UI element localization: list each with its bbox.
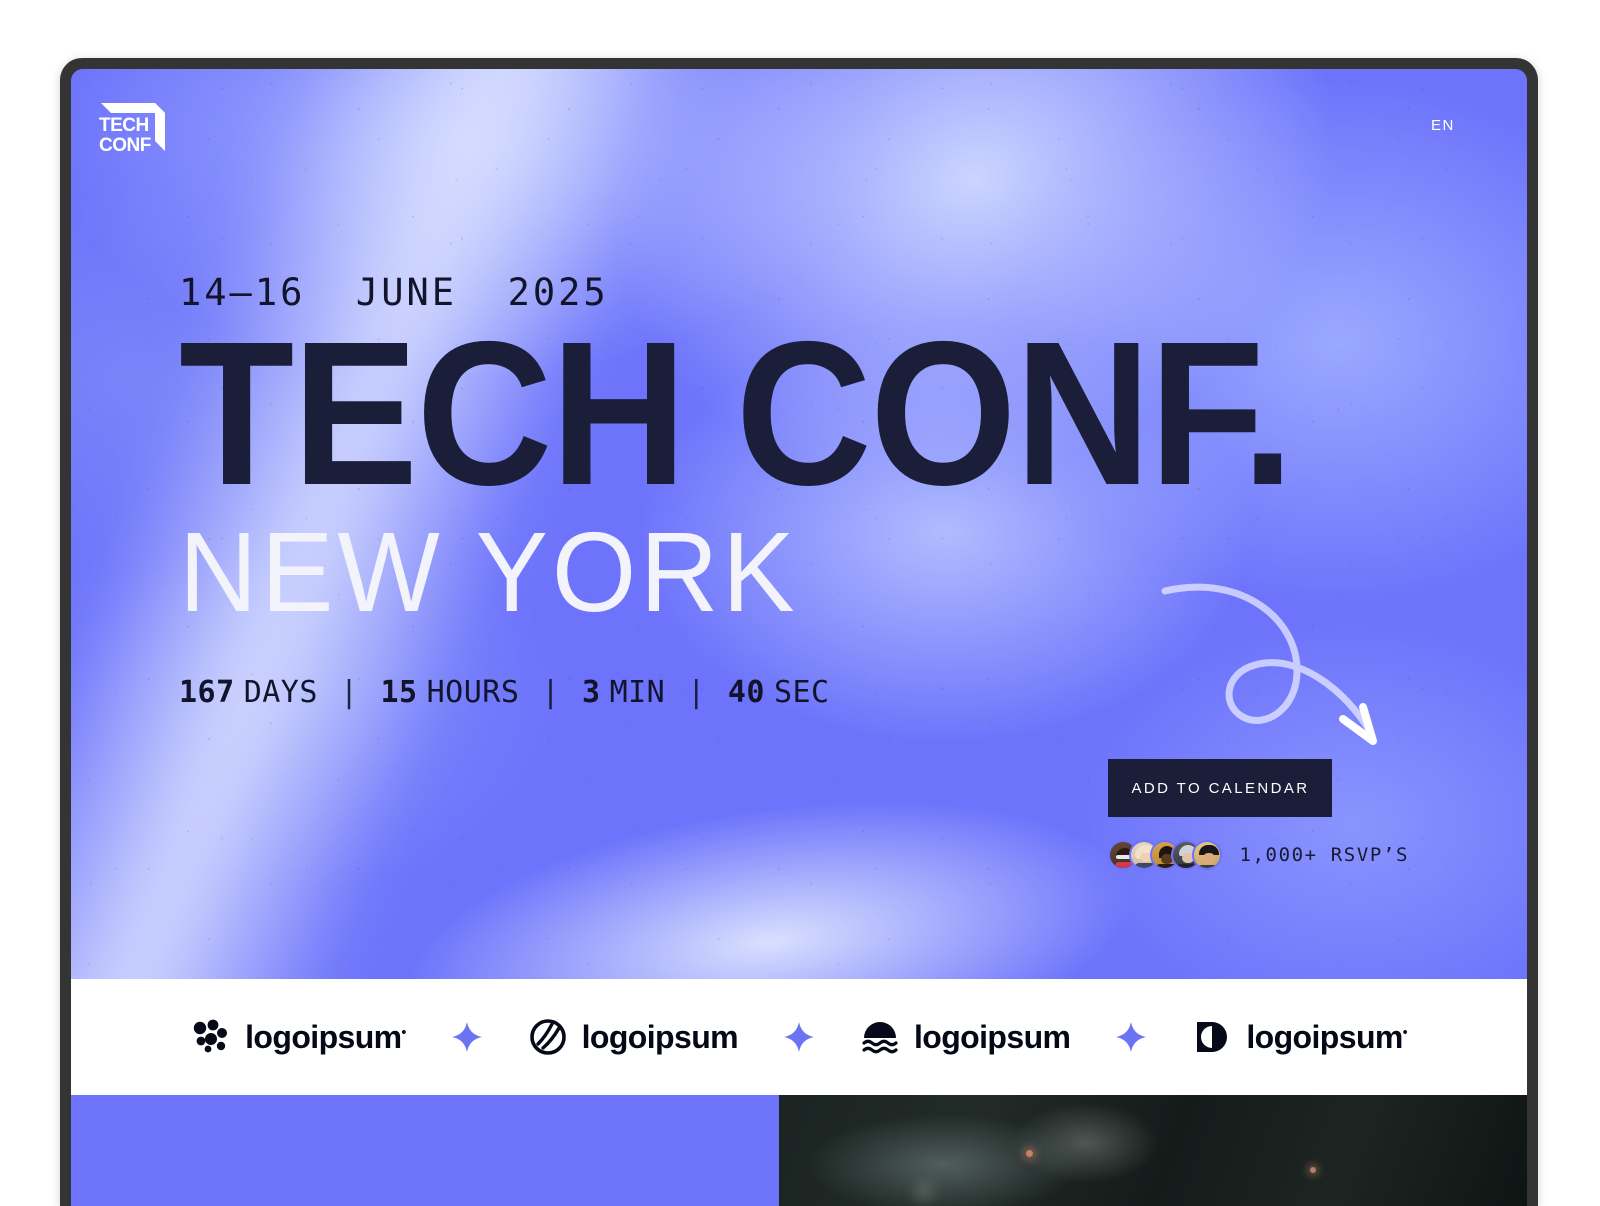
countdown-timer: 167 DAYS | 15 HOURS | 3 MIN | 40 SEC: [179, 675, 1389, 710]
partner-logo-3-name: logoipsum: [914, 1018, 1071, 1055]
swirl-circle-icon: [529, 1019, 566, 1055]
photo-light-spark: [913, 1181, 936, 1204]
below-fold-purple-panel: [71, 1095, 779, 1206]
half-moon-square-icon: [1197, 1022, 1228, 1052]
countdown-unit-days: 167 DAYS: [179, 675, 318, 710]
countdown-separator: |: [541, 675, 560, 711]
countdown-unit-min: 3 MIN: [582, 675, 665, 710]
cta-block: ADD TO CALENDAR 1,000+ RSVP’S: [1108, 583, 1409, 870]
sunset-waves-icon: [862, 1022, 898, 1054]
rsvp-count-label: 1,000+ RSVP’S: [1239, 844, 1409, 866]
avatar[interactable]: [1192, 840, 1223, 870]
countdown-sec-value: 40: [727, 675, 765, 711]
countdown-days-label: DAYS: [243, 675, 318, 711]
partner-logo-4[interactable]: logoipsum•: [1192, 1017, 1407, 1057]
photo-light-spark: [1025, 1150, 1033, 1158]
site-header: TECH CONF EN: [71, 69, 1527, 161]
sparkle-diamond-icon: [784, 1022, 814, 1052]
hero-content: 14—16 JUNE 2025 TECH CONF. NEW YORK 167 …: [179, 271, 1389, 710]
hero-section: TECH CONF EN 14—16 JUNE 2025 TECH CONF. …: [71, 69, 1527, 979]
rsvp-row: 1,000+ RSVP’S: [1108, 840, 1409, 870]
language-switcher[interactable]: EN: [1431, 117, 1455, 134]
below-fold-section: [71, 1095, 1527, 1206]
event-city: NEW YORK: [179, 509, 799, 636]
countdown-unit-sec: 40 SEC: [728, 675, 830, 710]
countdown-sec-label: SEC: [773, 675, 830, 711]
countdown-hours-label: HOURS: [426, 675, 520, 711]
partner-logo-1[interactable]: logoipsum•: [191, 1017, 406, 1057]
svg-text:CONF: CONF: [99, 135, 151, 156]
countdown-min-value: 3: [582, 675, 601, 711]
sparkle-diamond-icon: [1116, 1022, 1147, 1052]
countdown-hours-value: 15: [380, 675, 418, 711]
countdown-days-value: 167: [179, 675, 235, 711]
partner-logo-strip: logoipsum• logoipsum logoipsum logoipsum…: [71, 979, 1527, 1095]
molecule-dots-icon: [193, 1019, 228, 1053]
partner-logo-4-name: logoipsum•: [1246, 1018, 1407, 1055]
page-title: TECH CONF.: [179, 299, 1294, 528]
device-frame: TECH CONF EN 14—16 JUNE 2025 TECH CONF. …: [60, 58, 1538, 1206]
countdown-min-label: MIN: [609, 675, 666, 711]
add-to-calendar-button[interactable]: ADD TO CALENDAR: [1108, 759, 1333, 817]
sparkle-diamond-icon: [451, 1022, 482, 1052]
partner-logo-2-name: logoipsum: [581, 1018, 739, 1055]
partner-logo-1-name: logoipsum•: [245, 1018, 406, 1055]
svg-text:TECH: TECH: [99, 115, 149, 136]
countdown-separator: |: [687, 675, 706, 711]
avatar-stack[interactable]: [1108, 840, 1223, 870]
partner-logo-3[interactable]: logoipsum: [860, 1017, 1071, 1057]
partner-logo-2[interactable]: logoipsum: [528, 1017, 739, 1057]
photo-light-spark: [1309, 1167, 1316, 1173]
techconf-cube-logo-icon[interactable]: TECH CONF: [93, 99, 167, 161]
below-fold-photo-panel: [778, 1095, 1527, 1206]
countdown-unit-hours: 15 HOURS: [381, 675, 520, 710]
countdown-separator: |: [339, 675, 359, 711]
browser-viewport: TECH CONF EN 14—16 JUNE 2025 TECH CONF. …: [71, 69, 1527, 1206]
